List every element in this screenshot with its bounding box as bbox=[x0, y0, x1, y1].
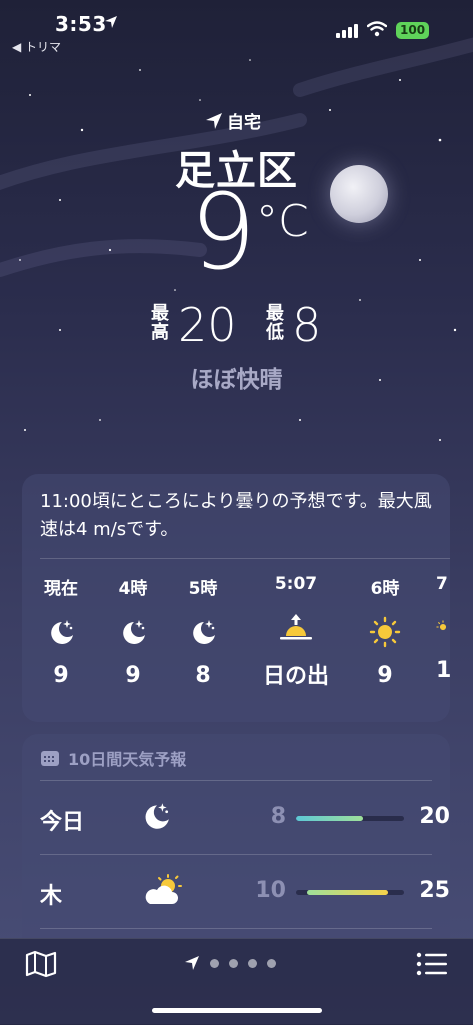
wifi-icon bbox=[367, 21, 387, 37]
divider bbox=[40, 780, 432, 781]
location-arrow-icon bbox=[185, 956, 199, 970]
divider bbox=[40, 928, 432, 929]
sun-icon bbox=[352, 615, 418, 649]
forecast-title: 10日間天気予報 bbox=[40, 746, 186, 770]
hour-item: 5:07 日の出 bbox=[240, 574, 352, 690]
forecast-high: 25 bbox=[419, 878, 450, 903]
moon-stars-icon bbox=[140, 800, 172, 836]
hour-item: 5時 8 bbox=[170, 574, 236, 688]
cellular-signal-icon bbox=[336, 24, 358, 38]
hour-item: 4時 9 bbox=[100, 574, 166, 688]
forecast-low: 8 bbox=[270, 804, 286, 829]
forecast-title-text: 10日間天気予報 bbox=[68, 750, 187, 769]
forecast-row[interactable]: 今日 8 20 bbox=[40, 782, 450, 854]
home-indicator[interactable] bbox=[152, 1008, 322, 1013]
hourly-summary: 11:00頃にところにより曇りの予想です。最大風速は4 m/sです。 bbox=[40, 491, 432, 540]
temperature-range-fill bbox=[306, 890, 388, 895]
page-dot bbox=[229, 958, 238, 968]
moon-stars-icon bbox=[28, 615, 94, 649]
status-time: 3:53 bbox=[55, 12, 107, 36]
location-arrow-icon bbox=[206, 112, 222, 129]
hour-value: 8 bbox=[195, 663, 211, 688]
hour-label: 4時 bbox=[118, 579, 148, 599]
location-label: 自宅 bbox=[205, 108, 261, 133]
hour-label: 6時 bbox=[370, 579, 400, 599]
moon-stars-icon bbox=[170, 615, 236, 649]
high-low-temperatures: 最高 20 最低 8 bbox=[0, 300, 473, 352]
current-temperature: 9 bbox=[190, 171, 257, 293]
sun-icon bbox=[426, 610, 450, 644]
calendar-icon bbox=[41, 751, 59, 766]
hour-item: 現在 9 bbox=[28, 574, 94, 688]
forecast-high: 20 bbox=[419, 804, 450, 829]
low-value: 8 bbox=[292, 298, 322, 352]
location-arrow-icon bbox=[105, 16, 117, 28]
moon-stars-icon bbox=[100, 615, 166, 649]
forecast-day: 木 bbox=[40, 884, 63, 909]
hour-label: 現在 bbox=[44, 579, 78, 599]
high-value: 20 bbox=[178, 298, 237, 352]
hour-value: 日の出 bbox=[262, 664, 329, 689]
hour-item: 7 1 bbox=[426, 574, 450, 683]
forecast-low: 10 bbox=[255, 878, 286, 903]
hour-item: 6時 9 bbox=[352, 574, 418, 688]
hourly-forecast-card[interactable]: 11:00頃にところにより曇りの予想です。最大風速は4 m/sです。 現在 9 … bbox=[22, 474, 450, 722]
partly-cloudy-icon bbox=[142, 874, 184, 910]
divider bbox=[40, 854, 432, 855]
ten-day-forecast-card[interactable]: 10日間天気予報 今日 8 20 木 10 25 bbox=[22, 734, 450, 954]
back-to-app-link[interactable]: ◀ トリマ bbox=[12, 38, 61, 55]
map-icon[interactable] bbox=[24, 949, 58, 979]
status-bar: 3:53 ◀ トリマ 100 bbox=[0, 0, 473, 60]
page-dot bbox=[248, 958, 257, 968]
hour-value: 9 bbox=[53, 663, 69, 688]
sunrise-icon bbox=[240, 610, 352, 644]
hour-value: 9 bbox=[125, 663, 141, 688]
hour-label: 7 bbox=[436, 574, 448, 594]
forecast-row[interactable]: 木 10 25 bbox=[40, 856, 450, 928]
temperature-unit: °C bbox=[256, 196, 309, 247]
divider bbox=[40, 558, 450, 559]
low-label: 最低 bbox=[266, 303, 284, 343]
high-label: 最高 bbox=[151, 303, 169, 343]
temperature-range-fill bbox=[296, 816, 363, 821]
page-dot bbox=[210, 958, 219, 968]
hour-value: 1 bbox=[436, 658, 450, 683]
temperature-range-bar bbox=[296, 816, 404, 821]
page-indicator[interactable] bbox=[184, 955, 276, 971]
current-condition: ほぼ快晴 bbox=[190, 367, 283, 393]
hour-label: 5:07 bbox=[274, 574, 318, 594]
forecast-day: 今日 bbox=[40, 810, 85, 835]
page-dot bbox=[267, 958, 276, 968]
hour-value: 9 bbox=[377, 663, 393, 688]
battery-indicator: 100 bbox=[396, 22, 430, 39]
location-label-text: 自宅 bbox=[227, 113, 261, 133]
list-icon[interactable] bbox=[416, 951, 448, 977]
temperature-range-bar bbox=[296, 890, 404, 895]
hour-label: 5時 bbox=[188, 579, 218, 599]
moon-image bbox=[330, 165, 388, 223]
